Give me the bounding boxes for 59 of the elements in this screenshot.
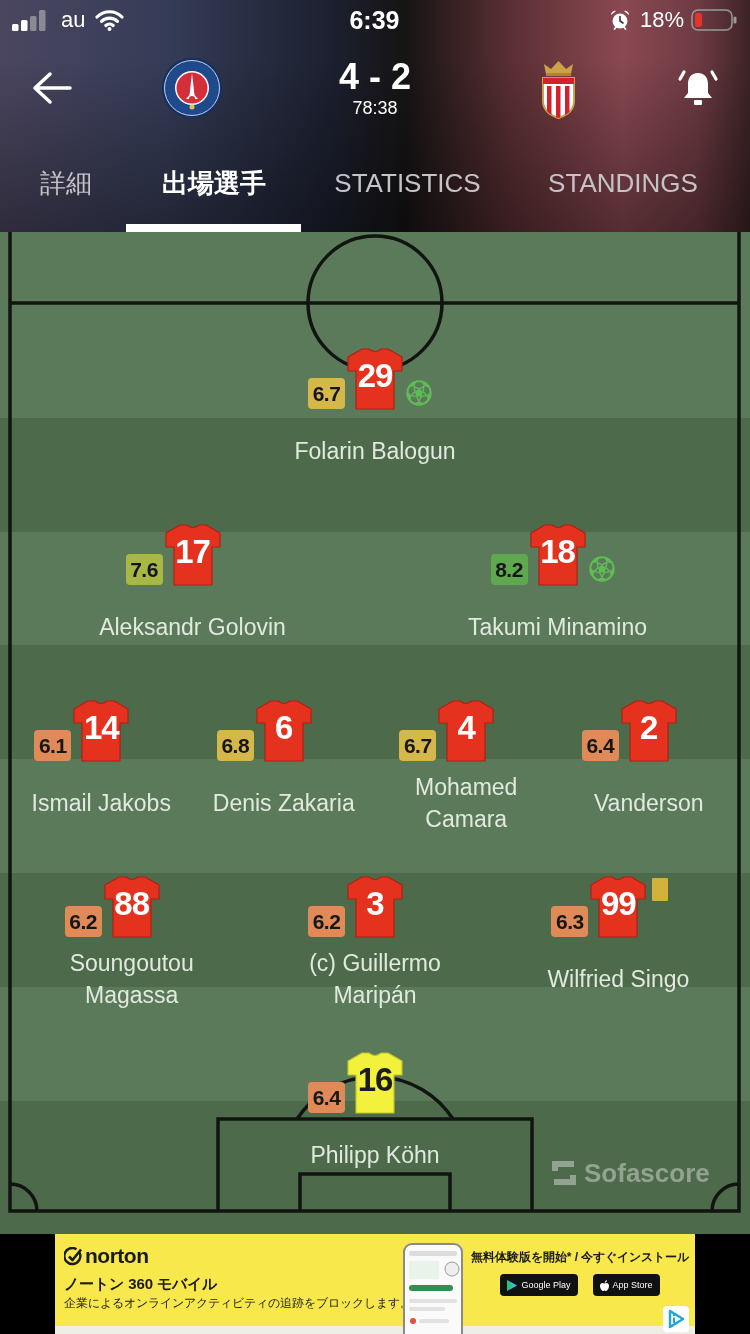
player-name: Wilfried Singo [547, 965, 690, 994]
play-triangle-icon [507, 1279, 518, 1291]
jersey-number[interactable]: 16 [347, 1052, 403, 1114]
back-arrow-icon[interactable] [32, 71, 72, 105]
battery-percentage: 18% [639, 7, 684, 33]
jersey-number[interactable]: 14 [73, 700, 130, 762]
player-name: Soungoutou Magassa [68, 949, 195, 1010]
rating-badge: 6.4 [308, 1082, 345, 1113]
jersey-number[interactable]: 18 [529, 524, 586, 586]
alarm-clock-icon [609, 10, 630, 30]
apple-icon [599, 1279, 609, 1291]
bell-icon[interactable] [677, 68, 719, 108]
brand-logo-icon [552, 1161, 576, 1185]
wifi-icon [95, 9, 125, 31]
rating-badge: 8.2 [490, 554, 528, 585]
tab[interactable]: 詳細 [8, 136, 124, 232]
jersey-number[interactable]: 99 [590, 876, 647, 938]
rating-badge: 6.1 [34, 730, 72, 761]
jersey-number[interactable]: 3 [347, 876, 403, 938]
player-name: Denis Zakaria [212, 789, 355, 818]
jersey-number[interactable]: 4 [438, 700, 495, 762]
jersey-number[interactable]: 29 [347, 348, 403, 410]
store-badge[interactable]: App Store [592, 1274, 660, 1296]
battery-icon [691, 9, 737, 31]
player-name: Aleksandr Golovin [99, 613, 286, 642]
match-score: 4 - 2 [338, 57, 411, 97]
rating-badge: 6.3 [551, 906, 589, 937]
player-name: Ismail Jakobs [31, 789, 171, 818]
player-name: Takumi Minamino [468, 613, 647, 642]
check-circle-icon [64, 1246, 83, 1266]
rating-badge: 6.8 [216, 730, 254, 761]
status-time: 6:39 [349, 5, 400, 35]
player-name: (c) Guillermo Maripán [308, 949, 442, 1010]
signal-icon [12, 9, 46, 31]
player-name: Mohamed Camara [414, 773, 519, 834]
carrier-name: au [61, 7, 86, 33]
rating-badge: 6.4 [581, 730, 619, 761]
brand-name: Sofascore [584, 1158, 710, 1188]
jersey-number[interactable]: 17 [164, 524, 221, 586]
tab[interactable]: STANDINGS [514, 136, 732, 232]
player-name: Vanderson [593, 789, 704, 818]
jersey-number[interactable]: 2 [620, 700, 677, 762]
match-clock: 78:38 [352, 97, 398, 119]
store-badge[interactable]: Google Play [500, 1274, 578, 1296]
rating-badge: 7.6 [125, 554, 163, 585]
tab[interactable]: STATISTICS [303, 136, 512, 232]
rating-badge: 6.7 [308, 378, 345, 409]
round-crest-icon[interactable] [162, 58, 222, 118]
jersey-number[interactable]: 6 [255, 700, 312, 762]
ad-choices-icon[interactable] [663, 1306, 689, 1332]
rating-badge: 6.2 [308, 906, 345, 937]
player-name: Folarin Balogun [294, 437, 456, 466]
jersey-number[interactable]: 88 [103, 876, 160, 938]
player-name: Philipp Köhn [310, 1141, 440, 1170]
ad-call-to-action: 無料体験版を開始* / 今すぐインストール [470, 1250, 690, 1264]
rating-badge: 6.7 [399, 730, 437, 761]
rating-badge: 6.2 [64, 906, 102, 937]
ad-brand: norton [85, 1244, 149, 1268]
ad-title: ノートン 360 モバイル [64, 1274, 218, 1294]
